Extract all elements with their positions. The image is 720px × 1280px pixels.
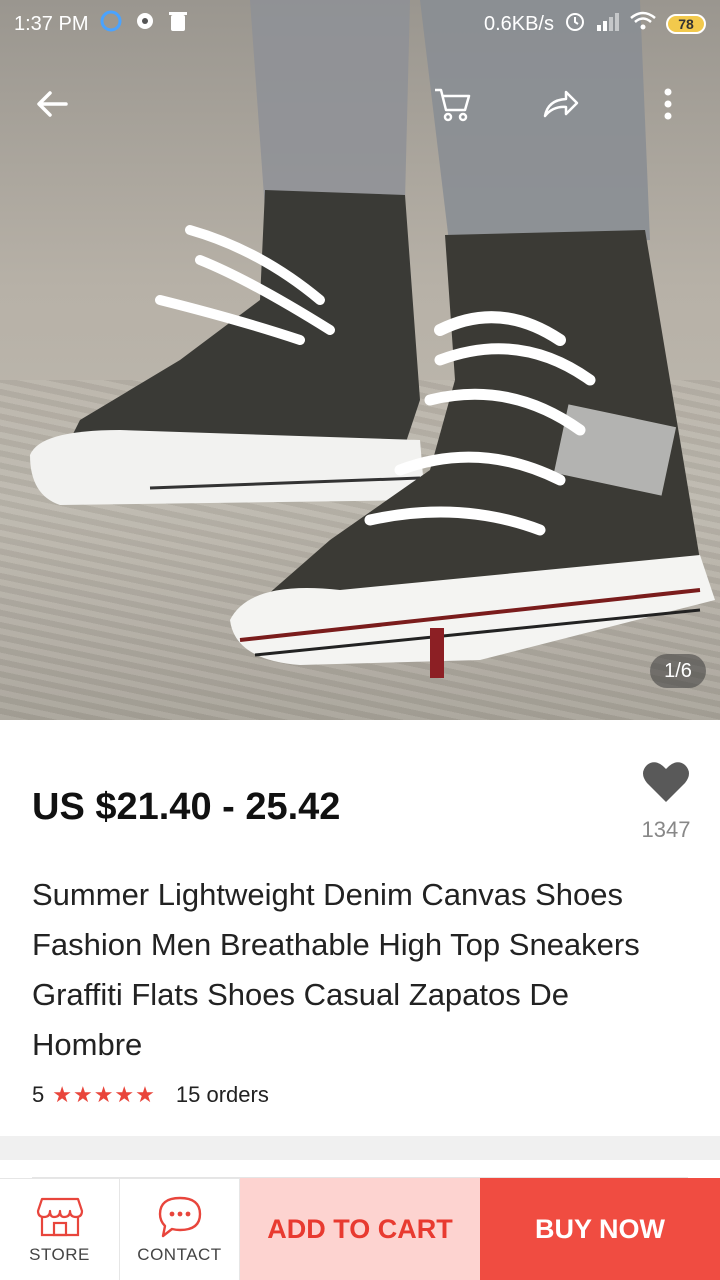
- rating-value: 5: [32, 1082, 45, 1107]
- notification-icon: [100, 10, 122, 38]
- chat-icon: [158, 1196, 201, 1237]
- product-info: US $21.40 - 25.42 1347 Summer Lightweigh…: [0, 720, 720, 1136]
- status-bar: 1:37 PM 0.6KB/s 78: [0, 0, 720, 48]
- back-button[interactable]: [20, 72, 84, 136]
- image-pager: 1/6: [650, 654, 706, 688]
- product-title: Summer Lightweight Denim Canvas Shoes Fa…: [32, 877, 640, 1062]
- share-icon: [543, 90, 579, 118]
- star-icons: ★★★★★: [52, 1082, 156, 1107]
- orders-count: 15 orders: [175, 1082, 269, 1107]
- heart-icon: [643, 762, 689, 802]
- buy-now-button[interactable]: BUY NOW: [480, 1178, 720, 1280]
- section-divider: [0, 1136, 720, 1160]
- store-label: STORE: [29, 1244, 90, 1264]
- battery-icon: 78: [666, 14, 706, 34]
- bottom-action-bar: STORE CONTACT ADD TO CART BUY NOW: [0, 1178, 720, 1280]
- more-button[interactable]: [636, 72, 700, 136]
- wifi-icon: [630, 11, 656, 37]
- more-icon: [664, 88, 672, 120]
- product-price: US $21.40 - 25.42: [32, 786, 341, 828]
- section-spacer: [0, 1160, 720, 1178]
- add-to-cart-button[interactable]: ADD TO CART: [240, 1178, 480, 1280]
- rating-row: 5 ★★★★★ 15 orders: [32, 1082, 269, 1108]
- wishlist-button[interactable]: 1347: [636, 760, 696, 843]
- cart-icon: [435, 88, 471, 122]
- cart-button[interactable]: [420, 72, 484, 136]
- headset-icon: [134, 10, 156, 38]
- status-time: 1:37 PM: [14, 12, 89, 35]
- contact-button[interactable]: CONTACT: [120, 1178, 240, 1280]
- contact-label: CONTACT: [137, 1244, 222, 1264]
- back-arrow-icon: [37, 91, 68, 117]
- alarm-icon: [564, 10, 586, 38]
- store-icon: [36, 1197, 83, 1236]
- network-speed: 0.6KB/s: [483, 12, 554, 35]
- trash-icon: [168, 10, 188, 38]
- signal-icon: [596, 11, 620, 37]
- share-button[interactable]: [528, 72, 592, 136]
- store-button[interactable]: STORE: [0, 1178, 120, 1280]
- wishlist-count: 1347: [641, 817, 691, 842]
- top-bar: [0, 68, 720, 140]
